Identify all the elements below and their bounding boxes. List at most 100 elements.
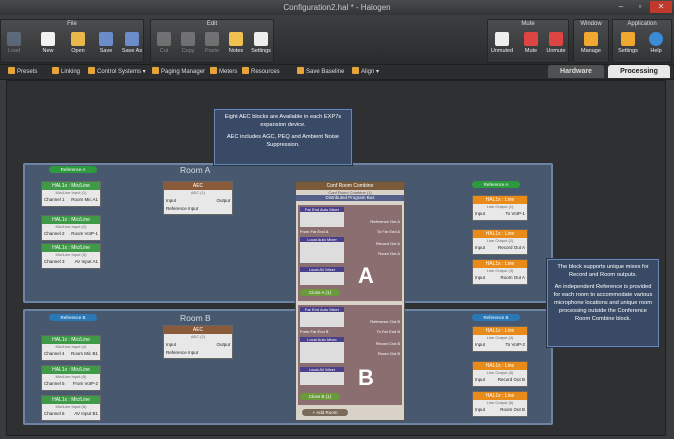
reference-b-out-pill[interactable]: Reference B (472, 314, 520, 321)
load-icon (7, 32, 21, 46)
block-title: HAL1x : Line (473, 327, 527, 335)
far-end-auto-mixer-a[interactable]: Far End Auto Mixer (300, 207, 344, 227)
output-block[interactable]: HAL1x : Line Line Output (6) Input Room … (472, 391, 528, 417)
linking-button[interactable]: Linking (52, 65, 80, 80)
block-title: HAL1x : Line (473, 260, 527, 268)
new-button[interactable]: New (35, 30, 61, 62)
block-title: Conf Room Combine (296, 182, 404, 190)
align-button[interactable]: Align ▾ (352, 65, 379, 80)
title-bar: Configuration2.hal * - Halogen – ▫ ✕ (0, 0, 674, 15)
close-icon[interactable]: ✕ (650, 1, 672, 13)
conf-room-combine-block[interactable]: Conf Room Combine Conf Room Combine (1) … (295, 181, 405, 421)
tab-processing[interactable]: Processing (608, 65, 670, 78)
reference-a-out-pill[interactable]: Reference A (472, 181, 520, 188)
tab-hardware[interactable]: Hardware (548, 65, 604, 78)
aec-block[interactable]: AEC AEC (1) Input Output Reference Input (163, 181, 233, 215)
distributed-program-bus: Distributed Program Bus (296, 195, 404, 201)
group-title: Window (580, 21, 602, 27)
output-block[interactable]: HAL1x : Line Line Output (3) Input Room … (472, 259, 528, 285)
input-block[interactable]: HAL1x : Mic/Line Mic/Line Input (6) Chan… (41, 395, 101, 421)
input-block[interactable]: HAL1x : Mic/Line Mic/Line Input (4) Chan… (41, 335, 101, 361)
notes-button[interactable]: Notes (223, 30, 249, 62)
reference-a-pill[interactable]: Reference A (49, 166, 97, 173)
room-b-title: Room B (180, 313, 211, 323)
open-icon (71, 32, 85, 46)
local-av-mixer-b[interactable]: Local AV Mixer (300, 367, 344, 385)
far-end-auto-mixer-b[interactable]: Far End Auto Mixer (300, 307, 344, 327)
mute-icon (524, 32, 538, 46)
ribbon-group-edit: Edit Cut Copy Paste Notes Settings (150, 19, 274, 63)
callout-text: Eight AEC blocks are Available in each E… (224, 114, 342, 128)
unmuted-button[interactable]: Unmuted (489, 30, 515, 62)
block-title: HAL1x : Mic/Line (42, 366, 100, 374)
ribbon-group-application: Application Settings Help (612, 19, 672, 63)
mute-button[interactable]: Mute (518, 30, 544, 62)
processing-canvas[interactable]: Room A Room B Eight AEC blocks are Avail… (6, 80, 666, 436)
reference-b-pill[interactable]: Reference B (49, 314, 97, 321)
close-a-button[interactable]: Close A (1) (300, 289, 340, 296)
output-block[interactable]: HAL1x : Line Line Output (4) Input To Vo… (472, 326, 528, 352)
settings-icon (254, 32, 268, 46)
aec-block[interactable]: AEC AEC (2) Input Output Reference Input (163, 325, 233, 359)
input-block[interactable]: HAL1x : Mic/Line Mic/Line Input (2) Chan… (41, 215, 101, 241)
manage-button[interactable]: Manage (578, 30, 604, 62)
paste-icon (205, 32, 219, 46)
presets-icon (8, 67, 15, 74)
cut-icon (157, 32, 171, 46)
block-title: HAL1x : Line (473, 230, 527, 238)
block-title: AEC (164, 182, 232, 190)
output-block[interactable]: HAL1x : Line Line Output (5) Input Recor… (472, 361, 528, 387)
app-settings-button[interactable]: Settings (615, 30, 641, 62)
presets-button[interactable]: Presets (8, 65, 37, 80)
control-systems-button[interactable]: Control Systems ▾ (88, 65, 146, 80)
input-block[interactable]: HAL1x : Mic/Line Mic/Line Input (3) Chan… (41, 243, 101, 269)
output-block[interactable]: HAL1x : Line Line Output (2) Input Recor… (472, 229, 528, 255)
maximize-icon[interactable]: ▫ (631, 1, 649, 13)
new-icon (41, 32, 55, 46)
save-baseline-button[interactable]: Save Baseline (297, 65, 344, 80)
load-button[interactable]: Load (1, 30, 27, 62)
aec-callout: Eight AEC blocks are Available in each E… (214, 109, 352, 165)
unmute-button[interactable]: Unmute (543, 30, 569, 62)
local-av-mixer-a[interactable]: Local AV Mixer (300, 267, 344, 285)
edit-settings-button[interactable]: Settings (248, 30, 274, 62)
output-block[interactable]: HAL1x : Line Line Output (1) Input To Vo… (472, 195, 528, 221)
resources-button[interactable]: Resources (242, 65, 280, 80)
add-room-button[interactable]: + Add Room (302, 409, 348, 416)
block-title: HAL1x : Mic/Line (42, 182, 100, 190)
input-block[interactable]: HAL1x : Mic/Line Mic/Line Input (5) Chan… (41, 365, 101, 391)
ribbon-group-mute: Mute Unmuted Mute Unmute (487, 19, 569, 63)
block-title: HAL1x : Mic/Line (42, 336, 100, 344)
save-icon (99, 32, 113, 46)
open-button[interactable]: Open (65, 30, 91, 62)
block-title: HAL1x : Mic/Line (42, 396, 100, 404)
window-icon (584, 32, 598, 46)
room-a-title: Room A (180, 165, 211, 175)
close-b-button[interactable]: Close B (1) (300, 393, 340, 400)
reference-callout: The block supports unique mixes for Reco… (547, 259, 659, 347)
linking-icon (52, 67, 59, 74)
gear-icon (621, 32, 635, 46)
input-block[interactable]: HAL1x : Mic/Line Mic/Line Input (1) Chan… (41, 181, 101, 207)
ribbon-group-file: File Load New Open Save Save As (0, 19, 144, 63)
save-as-button[interactable]: Save As (119, 30, 145, 62)
notes-icon (229, 32, 243, 46)
room-b-section: Far End Auto Mixer From Far End B Local … (298, 305, 402, 405)
app-window: Configuration2.hal * - Halogen – ▫ ✕ Fil… (0, 0, 674, 439)
group-title: File (67, 21, 77, 27)
speaker-icon (495, 32, 509, 46)
cut-button[interactable]: Cut (151, 30, 177, 62)
callout-text: The block supports unique mixes for Reco… (557, 264, 649, 278)
paste-button[interactable]: Paste (199, 30, 225, 62)
local-auto-mixer-a[interactable]: Local Auto Mixer (300, 237, 344, 263)
save-button[interactable]: Save (93, 30, 119, 62)
help-button[interactable]: Help (643, 30, 669, 62)
copy-button[interactable]: Copy (175, 30, 201, 62)
block-title: HAL1x : Line (473, 392, 527, 400)
paging-manager-button[interactable]: Paging Manager (152, 65, 205, 80)
meters-button[interactable]: Meters (210, 65, 237, 80)
local-auto-mixer-b[interactable]: Local Auto Mixer (300, 337, 344, 363)
group-title: Edit (206, 21, 218, 27)
minimize-icon[interactable]: – (612, 1, 630, 13)
ribbon-group-window: Window Manage (573, 19, 609, 63)
